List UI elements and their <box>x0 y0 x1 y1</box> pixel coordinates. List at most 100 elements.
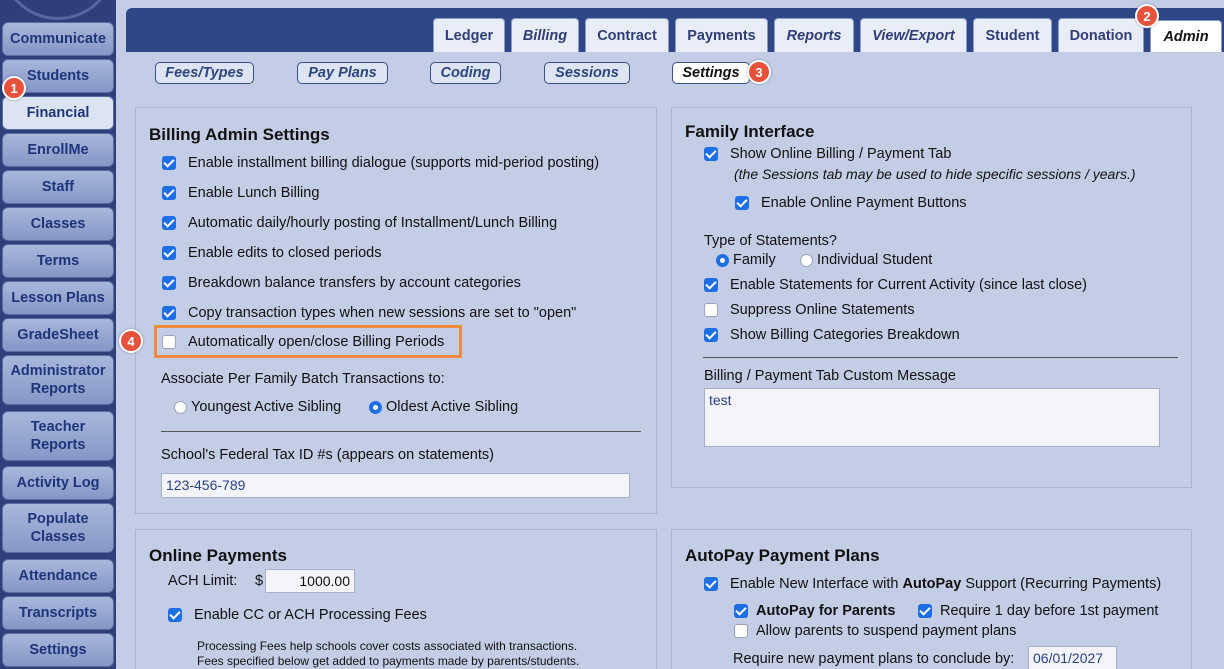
checkbox-checked[interactable] <box>704 577 718 591</box>
subtab-sessions[interactable]: Sessions <box>544 62 630 84</box>
option-require-one-day[interactable]: Require 1 day before 1st payment <box>918 603 1158 619</box>
sidebar-item-enrollme[interactable]: EnrollMe <box>2 133 114 167</box>
show-online-note: (the Sessions tab may be used to hide sp… <box>734 166 1136 182</box>
option-label: Suppress Online Statements <box>730 302 915 318</box>
associate-label: Associate Per Family Batch Transactions … <box>161 371 445 387</box>
fees-note-1: Processing Fees help schools cover costs… <box>197 639 578 653</box>
sidebar-item-settings[interactable]: Settings <box>2 633 114 667</box>
tab-ledger[interactable]: Ledger <box>433 18 505 52</box>
autopay-title: AutoPay Payment Plans <box>685 546 880 565</box>
option-enable-autopay-interface[interactable]: Enable New Interface with AutoPay Suppor… <box>704 576 1161 592</box>
checkbox-unchecked[interactable] <box>162 335 176 349</box>
option-label: Show Online Billing / Payment Tab <box>730 146 952 162</box>
checkbox-checked[interactable] <box>162 216 176 230</box>
option-enable-processing-fees[interactable]: Enable CC or ACH Processing Fees <box>168 607 427 623</box>
checkbox-checked[interactable] <box>918 604 932 618</box>
option-installment-billing[interactable]: Enable installment billing dialogue (sup… <box>162 155 599 171</box>
radio-individual-student[interactable]: Individual Student <box>800 252 932 268</box>
step-badge-2: 2 <box>1135 4 1159 28</box>
sidebar-item-communicate[interactable]: Communicate <box>2 22 114 56</box>
option-label: Enable CC or ACH Processing Fees <box>194 607 427 623</box>
option-breakdown-transfers[interactable]: Breakdown balance transfers by account c… <box>162 275 521 291</box>
subtab-fees-types[interactable]: Fees/Types <box>155 62 254 84</box>
checkbox-checked[interactable] <box>162 276 176 290</box>
sidebar-item-financial[interactable]: Financial <box>2 96 114 130</box>
checkbox-checked[interactable] <box>735 196 749 210</box>
sidebar-item-terms[interactable]: Terms <box>2 244 114 278</box>
sidebar-item-gradesheet[interactable]: GradeSheet <box>2 318 114 352</box>
checkbox-checked[interactable] <box>162 156 176 170</box>
checkbox-checked[interactable] <box>162 246 176 260</box>
option-label-bold: AutoPay <box>902 576 962 592</box>
option-show-categories-breakdown[interactable]: Show Billing Categories Breakdown <box>704 327 960 343</box>
option-suppress-online-statements[interactable]: Suppress Online Statements <box>704 302 915 318</box>
sidebar-item-lesson-plans[interactable]: Lesson Plans <box>2 281 114 315</box>
tab-contract[interactable]: Contract <box>585 18 669 52</box>
radio-unselected[interactable] <box>174 400 187 414</box>
billing-admin-title: Billing Admin Settings <box>149 125 330 144</box>
checkbox-checked[interactable] <box>168 608 182 622</box>
option-autopay-for-parents[interactable]: AutoPay for Parents <box>734 603 895 619</box>
checkbox-checked[interactable] <box>704 147 718 161</box>
tab-donation[interactable]: Donation <box>1058 18 1144 52</box>
checkbox-checked[interactable] <box>704 328 718 342</box>
tab-payments[interactable]: Payments <box>675 18 768 52</box>
checkbox-checked[interactable] <box>162 306 176 320</box>
radio-selected[interactable] <box>369 400 382 414</box>
option-show-online-billing[interactable]: Show Online Billing / Payment Tab <box>704 146 951 162</box>
conclude-date-input[interactable]: 06/01/2027 <box>1028 646 1117 669</box>
subtab-settings[interactable]: Settings <box>672 62 750 84</box>
sidebar-item-staff[interactable]: Staff <box>2 170 114 204</box>
option-lunch-billing[interactable]: Enable Lunch Billing <box>162 185 319 201</box>
sidebar-item-transcripts[interactable]: Transcripts <box>2 596 114 630</box>
option-label: Require 1 day before 1st payment <box>940 603 1159 619</box>
checkbox-checked[interactable] <box>162 186 176 200</box>
option-auto-open-close-periods[interactable]: Automatically open/close Billing Periods <box>162 334 444 350</box>
sidebar-item-administrator-reports[interactable]: Administrator Reports <box>2 355 114 405</box>
option-enable-statements[interactable]: Enable Statements for Current Activity (… <box>704 277 1087 293</box>
option-allow-suspend[interactable]: Allow parents to suspend payment plans <box>734 623 1016 639</box>
option-label: Enable Lunch Billing <box>188 185 320 201</box>
tab-admin[interactable]: Admin <box>1150 20 1222 52</box>
subtab-pay-plans[interactable]: Pay Plans <box>297 62 388 84</box>
logo-arc <box>0 0 116 20</box>
radio-family[interactable]: Family <box>716 252 776 268</box>
checkbox-unchecked[interactable] <box>704 303 718 317</box>
sidebar-item-classes[interactable]: Classes <box>2 207 114 241</box>
tab-student[interactable]: Student <box>973 18 1052 52</box>
tab-billing[interactable]: Billing <box>511 18 579 52</box>
sidebar: Communicate Students Financial EnrollMe … <box>0 0 116 669</box>
ach-limit-input[interactable]: 1000.00 <box>265 569 355 593</box>
radio-label: Youngest Active Sibling <box>191 399 342 415</box>
sidebar-item-activity-log[interactable]: Activity Log <box>2 466 114 500</box>
tab-view-export[interactable]: View/Export <box>860 18 967 52</box>
divider <box>161 431 641 432</box>
sidebar-item-populate-classes[interactable]: Populate Classes <box>2 503 114 553</box>
ach-currency: $ <box>255 573 264 589</box>
subtab-coding[interactable]: Coding <box>430 62 501 84</box>
option-label: Enable Statements for Current Activity (… <box>730 277 1088 293</box>
radio-oldest-sibling[interactable]: Oldest Active Sibling <box>369 399 518 415</box>
option-label: Enable New Interface with <box>730 576 903 592</box>
option-edit-closed-periods[interactable]: Enable edits to closed periods <box>162 245 381 261</box>
sidebar-item-teacher-reports[interactable]: Teacher Reports <box>2 411 114 461</box>
checkbox-unchecked[interactable] <box>734 624 748 638</box>
option-label: Enable edits to closed periods <box>188 245 382 261</box>
sidebar-item-attendance[interactable]: Attendance <box>2 559 114 593</box>
tab-reports[interactable]: Reports <box>774 18 854 52</box>
tax-id-input[interactable]: 123-456-789 <box>161 473 630 498</box>
family-interface-title: Family Interface <box>685 122 815 141</box>
checkbox-checked[interactable] <box>704 278 718 292</box>
checkbox-checked[interactable] <box>734 604 748 618</box>
divider <box>703 357 1178 358</box>
option-enable-online-buttons[interactable]: Enable Online Payment Buttons <box>735 195 967 211</box>
option-auto-posting[interactable]: Automatic daily/hourly posting of Instal… <box>162 215 557 231</box>
conclude-label: Require new payment plans to conclude by… <box>733 651 1015 667</box>
radio-selected[interactable] <box>716 253 729 267</box>
radio-youngest-sibling[interactable]: Youngest Active Sibling <box>174 399 341 415</box>
radio-unselected[interactable] <box>800 253 813 267</box>
tax-id-label: School's Federal Tax ID #s (appears on s… <box>161 447 494 463</box>
custom-message-textarea[interactable]: test <box>704 388 1160 447</box>
option-label: Copy transaction types when new sessions… <box>188 305 577 321</box>
option-copy-transaction-types[interactable]: Copy transaction types when new sessions… <box>162 305 576 321</box>
